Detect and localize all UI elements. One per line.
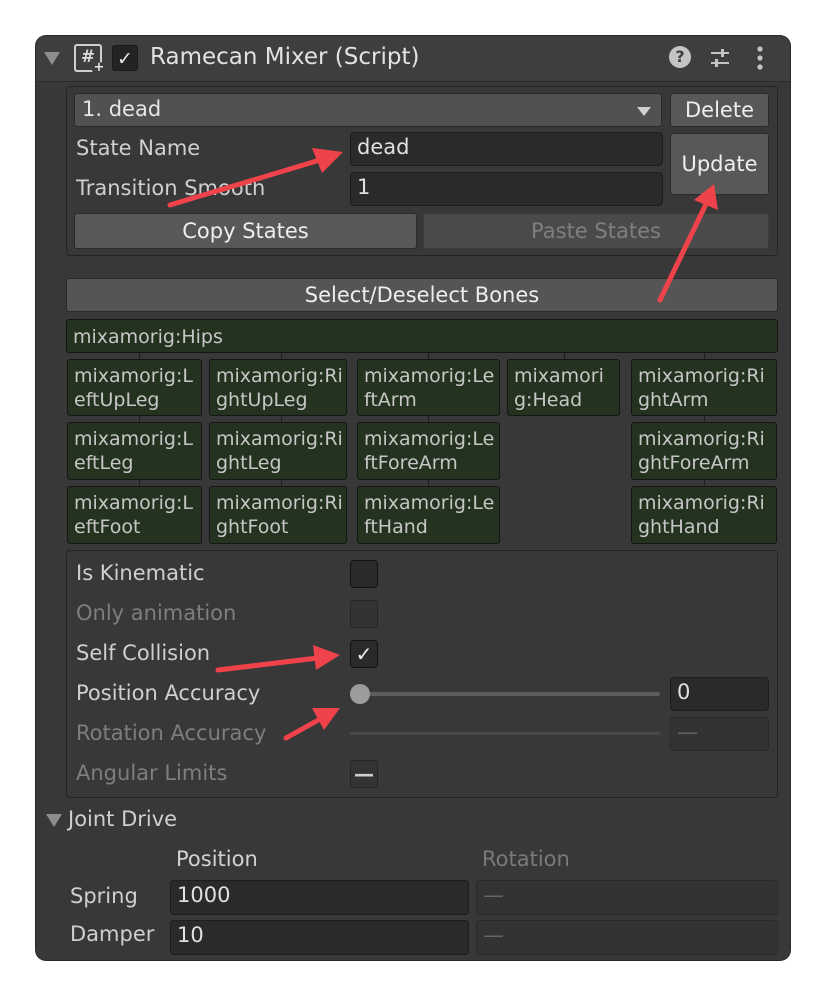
annotation-arrow — [215, 645, 340, 673]
annotation-arrow — [167, 148, 343, 208]
annotation-arrow — [283, 708, 340, 741]
annotation-arrows — [167, 148, 718, 741]
annotation-arrow — [657, 184, 718, 303]
